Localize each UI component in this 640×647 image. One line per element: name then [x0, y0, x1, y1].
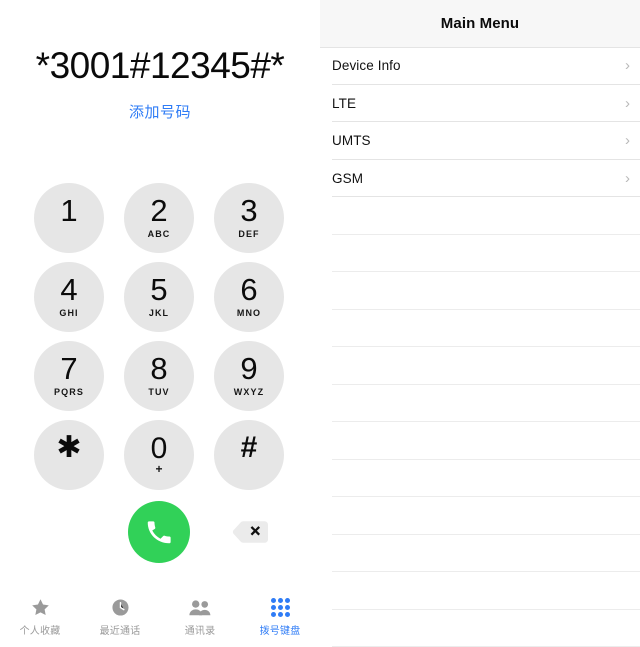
chevron-right-icon: › — [625, 58, 630, 73]
key-2-digit: 2 — [150, 196, 167, 225]
key-7-digit: 7 — [60, 354, 77, 383]
key-1-digit: 1 — [60, 196, 77, 225]
key-4[interactable]: 4 GHI — [34, 262, 104, 332]
key-5-letters: JKL — [149, 308, 169, 318]
key-2[interactable]: 2 ABC — [124, 183, 194, 253]
key-3-letters: DEF — [238, 229, 259, 239]
menu-row-empty — [320, 272, 640, 310]
add-number-link[interactable]: 添加号码 — [0, 101, 320, 122]
menu-row-label: GSM — [332, 171, 625, 186]
menu-row-empty — [320, 535, 640, 573]
key-9-digit: 9 — [240, 354, 257, 383]
key-1[interactable]: 1 — [34, 183, 104, 253]
key-6-letters: MNO — [237, 308, 261, 318]
tab-favorites[interactable]: 个人收藏 — [0, 592, 80, 640]
key-8[interactable]: 8 TUV — [124, 341, 194, 411]
chevron-right-icon: › — [625, 133, 630, 148]
menu-row-label: LTE — [332, 96, 625, 111]
key-8-letters: TUV — [148, 387, 169, 397]
key-3-digit: 3 — [240, 196, 257, 225]
chevron-right-icon: › — [625, 96, 630, 111]
keypad-icon — [271, 596, 290, 618]
key-3[interactable]: 3 DEF — [214, 183, 284, 253]
key-2-letters: ABC — [148, 229, 171, 239]
menu-row-empty — [320, 460, 640, 498]
menu-row-empty — [320, 572, 640, 610]
backspace-icon — [230, 533, 270, 550]
tab-contacts-label: 通讯录 — [185, 622, 216, 637]
tab-recents-label: 最近通话 — [100, 622, 141, 637]
key-8-digit: 8 — [150, 354, 167, 383]
call-button[interactable] — [128, 501, 190, 563]
phone-dialer-panel: *3001#12345#* 添加号码 1 2 ABC 3 DEF 4 GHI 5… — [0, 0, 320, 640]
phone-handset-icon — [144, 517, 174, 547]
menu-row-empty — [320, 385, 640, 423]
key-7[interactable]: 7 PQRS — [34, 341, 104, 411]
tab-keypad-label: 拨号键盘 — [260, 622, 301, 637]
key-7-letters: PQRS — [54, 387, 84, 397]
chevron-right-icon: › — [625, 171, 630, 186]
field-test-menu-panel: Main Menu Device Info › LTE › UMTS › GSM… — [320, 0, 640, 640]
key-asterisk-digit: ✱ — [56, 434, 81, 463]
tab-recents[interactable]: 最近通话 — [80, 592, 160, 640]
tab-contacts[interactable]: 通讯录 — [160, 592, 240, 640]
key-0[interactable]: 0 + — [124, 420, 194, 490]
key-0-plus-label: + — [155, 464, 162, 474]
page-title: Main Menu — [441, 15, 519, 32]
key-6[interactable]: 6 MNO — [214, 262, 284, 332]
main-menu-list: Device Info › LTE › UMTS › GSM › — [320, 47, 640, 647]
menu-row-empty — [320, 497, 640, 535]
menu-row-empty — [320, 197, 640, 235]
menu-row-empty — [320, 235, 640, 273]
menu-row-umts[interactable]: UMTS › — [320, 122, 640, 160]
key-5-digit: 5 — [150, 275, 167, 304]
key-hash-digit: # — [241, 434, 258, 463]
key-4-letters: GHI — [59, 308, 78, 318]
menu-row-lte[interactable]: LTE › — [320, 85, 640, 123]
key-9[interactable]: 9 WXYZ — [214, 341, 284, 411]
key-0-digit: 0 — [151, 435, 168, 464]
menu-row-empty — [320, 310, 640, 348]
bottom-tab-bar: 个人收藏 最近通话 — [0, 592, 320, 640]
menu-row-device-info[interactable]: Device Info › — [320, 47, 640, 85]
star-icon — [30, 596, 51, 618]
menu-row-empty — [320, 610, 640, 647]
key-4-digit: 4 — [60, 275, 77, 304]
menu-row-gsm[interactable]: GSM › — [320, 160, 640, 198]
menu-row-empty — [320, 347, 640, 385]
field-test-screen: *3001#12345#* 添加号码 1 2 ABC 3 DEF 4 GHI 5… — [0, 0, 640, 640]
dial-keypad: 1 2 ABC 3 DEF 4 GHI 5 JKL 6 MNO — [34, 183, 286, 492]
tab-favorites-label: 个人收藏 — [20, 622, 61, 637]
delete-backspace-button[interactable] — [230, 518, 270, 546]
dialer-action-row — [0, 501, 320, 563]
tab-keypad[interactable]: 拨号键盘 — [240, 592, 320, 640]
dialed-number-display: *3001#12345#* — [0, 47, 320, 84]
menu-row-label: UMTS — [332, 133, 625, 148]
key-5[interactable]: 5 JKL — [124, 262, 194, 332]
key-9-letters: WXYZ — [234, 387, 264, 397]
key-6-digit: 6 — [240, 275, 257, 304]
contacts-icon — [188, 596, 212, 618]
menu-row-empty — [320, 422, 640, 460]
key-hash[interactable]: # — [214, 420, 284, 490]
key-asterisk[interactable]: ✱ — [34, 420, 104, 490]
clock-icon — [110, 596, 131, 618]
menu-header: Main Menu — [320, 0, 640, 47]
menu-row-label: Device Info — [332, 58, 625, 73]
